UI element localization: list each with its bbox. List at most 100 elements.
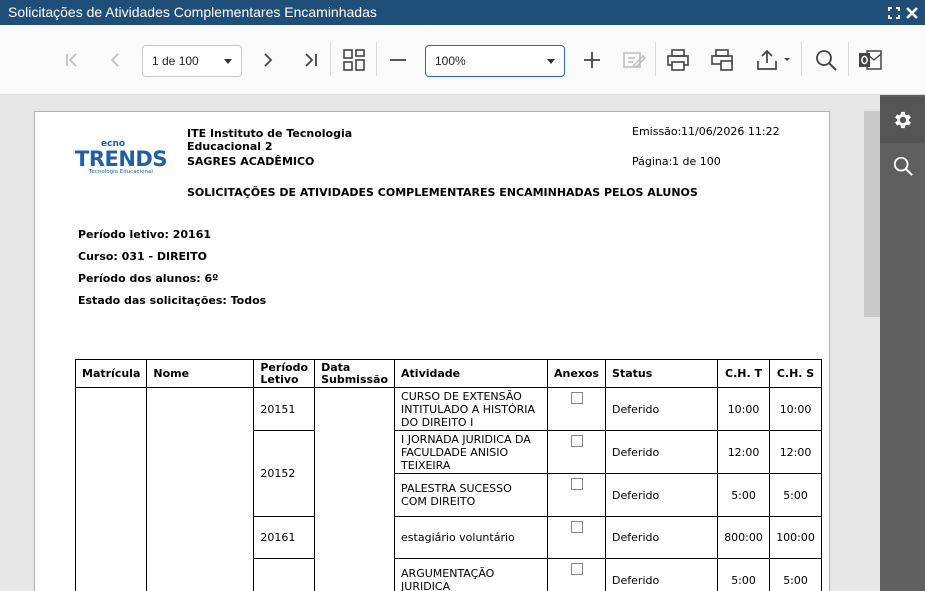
- table-row: 20151 CURSO DE EXTENSÃO INTITULADO A HIS…: [74, 387, 823, 591]
- status-cell: Deferido: [605, 387, 719, 431]
- prev-page-icon: [110, 53, 119, 67]
- periodo-cell: 20152: [253, 430, 316, 517]
- edit-button[interactable]: [619, 45, 649, 75]
- chevron-down-icon: [547, 59, 555, 64]
- atividade-cell: PALESTRA SUCESSO COM DIREITO: [394, 473, 549, 517]
- vertical-scrollbar[interactable]: [864, 111, 880, 317]
- anexos-cell: [547, 516, 607, 559]
- page-selector[interactable]: 1 de 100: [142, 45, 242, 77]
- chs-cell: 5:00: [769, 473, 823, 517]
- zoom-in-icon: [584, 52, 600, 68]
- anexos-checkbox[interactable]: [570, 521, 583, 533]
- search-icon: [893, 156, 913, 176]
- filter-periodo-letivo: Período letivo: 20161: [78, 228, 212, 241]
- col-nome: Nome: [146, 359, 255, 388]
- anexos-cell: [547, 430, 607, 474]
- toolbar-divider: [330, 42, 331, 76]
- solicitations-table: Matrícula Nome Período Letivo Data Submiss…: [74, 359, 823, 591]
- col-periodo-letivo: Período Letivo: [253, 359, 316, 388]
- anexos-cell: [547, 473, 607, 517]
- last-page-icon: [305, 53, 317, 67]
- multipage-icon: [343, 49, 365, 71]
- print-page-button[interactable]: [707, 45, 737, 75]
- atividade-cell: CURSO DE EXTENSÃO INTITULADO A HISTÓRIA …: [394, 387, 549, 431]
- export-icon: [757, 49, 790, 70]
- anexos-checkbox[interactable]: [570, 392, 583, 404]
- anexos-checkbox[interactable]: [570, 478, 583, 490]
- anexos-checkbox[interactable]: [570, 435, 583, 447]
- zoom-out-button[interactable]: [383, 45, 413, 75]
- table-header-row: Matrícula Nome Período Letivo Data Submiss…: [74, 359, 823, 388]
- chs-cell: 12:00: [769, 430, 823, 474]
- col-chs: C.H. S: [769, 359, 823, 388]
- first-page-icon: [66, 53, 77, 67]
- col-periodo-letivo-line2: Letivo: [260, 372, 299, 386]
- settings-button[interactable]: [880, 97, 925, 143]
- status-cell: Deferido: [605, 473, 719, 517]
- search-button[interactable]: [811, 45, 841, 75]
- data-submissao-cell: [314, 387, 396, 591]
- toolbar: 1 de 100 100%: [0, 25, 925, 95]
- zoom-in-button[interactable]: [577, 45, 607, 75]
- cht-cell: 12:00: [717, 430, 771, 474]
- periodo-cell: 20151: [253, 387, 316, 431]
- anexos-checkbox[interactable]: [570, 563, 583, 575]
- toolbar-divider: [376, 42, 377, 76]
- chevron-down-icon: [224, 59, 232, 64]
- col-data-submissao-line2: Submissão: [321, 372, 389, 386]
- window-title: Solicitações de Atividades Complementare…: [8, 4, 377, 20]
- page-label: Página:: [632, 155, 673, 168]
- title-bar: Solicitações de Atividades Complementare…: [0, 0, 925, 25]
- zoom-selector[interactable]: 100%: [425, 45, 565, 77]
- emission-value: 11/06/2026 11:22: [681, 125, 780, 138]
- toolbar-divider: [655, 42, 656, 76]
- periodo-cell: [253, 558, 316, 591]
- col-data-submissao: Data Submissão: [314, 359, 396, 388]
- col-matricula: Matrícula: [74, 359, 148, 388]
- print-page-icon: [711, 49, 733, 71]
- first-page-button[interactable]: [57, 45, 87, 75]
- outlook-button[interactable]: [855, 45, 885, 75]
- institution-line2: Educacional 2: [187, 140, 273, 153]
- matricula-cell: [74, 387, 148, 591]
- nome-cell: [146, 387, 255, 591]
- multipage-button[interactable]: [339, 45, 369, 75]
- toolbar-divider: [801, 42, 802, 76]
- report-heading: SOLICITAÇÕES DE ATIVIDADES COMPLEMENTARE…: [187, 186, 698, 199]
- cht-cell: 5:00: [717, 473, 771, 517]
- toolbar-divider: [848, 42, 849, 76]
- institution-line1: ITE Instituto de Tecnologia: [187, 127, 353, 140]
- status-cell: Deferido: [605, 430, 719, 474]
- prev-page-button[interactable]: [100, 45, 130, 75]
- last-page-button[interactable]: [296, 45, 326, 75]
- print-button[interactable]: [663, 45, 693, 75]
- emission-label: Emissão:: [632, 125, 682, 138]
- col-atividade: Atividade: [394, 359, 549, 388]
- chs-cell: 10:00: [769, 387, 823, 431]
- status-cell: Deferido: [605, 516, 719, 559]
- filter-curso: Curso: 031 - DIREITO: [78, 250, 208, 263]
- export-button[interactable]: [752, 45, 794, 75]
- col-status: Status: [605, 359, 719, 388]
- outlook-icon: [859, 50, 882, 70]
- edit-icon: [623, 52, 646, 68]
- next-page-icon: [264, 53, 273, 67]
- tecnotrends-logo: ecno TRENDS Tecnologia Educacional: [75, 135, 175, 175]
- side-search-button[interactable]: [880, 143, 925, 189]
- filter-periodo-alunos: Período dos alunos: 6º: [78, 272, 219, 285]
- zoom-out-icon: [390, 59, 406, 61]
- cht-cell: 10:00: [717, 387, 771, 431]
- page-selector-value: 1 de 100: [152, 54, 199, 68]
- atividade-cell: estagiário voluntário: [394, 516, 549, 559]
- zoom-value: 100%: [435, 54, 466, 68]
- svg-text:TRENDS: TRENDS: [75, 147, 167, 171]
- system-name: SAGRES ACADÊMICO: [187, 155, 315, 168]
- close-icon[interactable]: [905, 5, 919, 19]
- fullscreen-icon[interactable]: [887, 5, 901, 19]
- gear-icon: [894, 111, 911, 129]
- filter-estado: Estado das solicitações: Todos: [78, 294, 267, 307]
- report-page: ecno TRENDS Tecnologia Educacional ITE I…: [34, 111, 830, 591]
- next-page-button[interactable]: [253, 45, 283, 75]
- atividade-cell: ARGUMENTAÇÃO JURIDICA: [394, 558, 549, 591]
- status-cell: Deferido: [605, 558, 719, 591]
